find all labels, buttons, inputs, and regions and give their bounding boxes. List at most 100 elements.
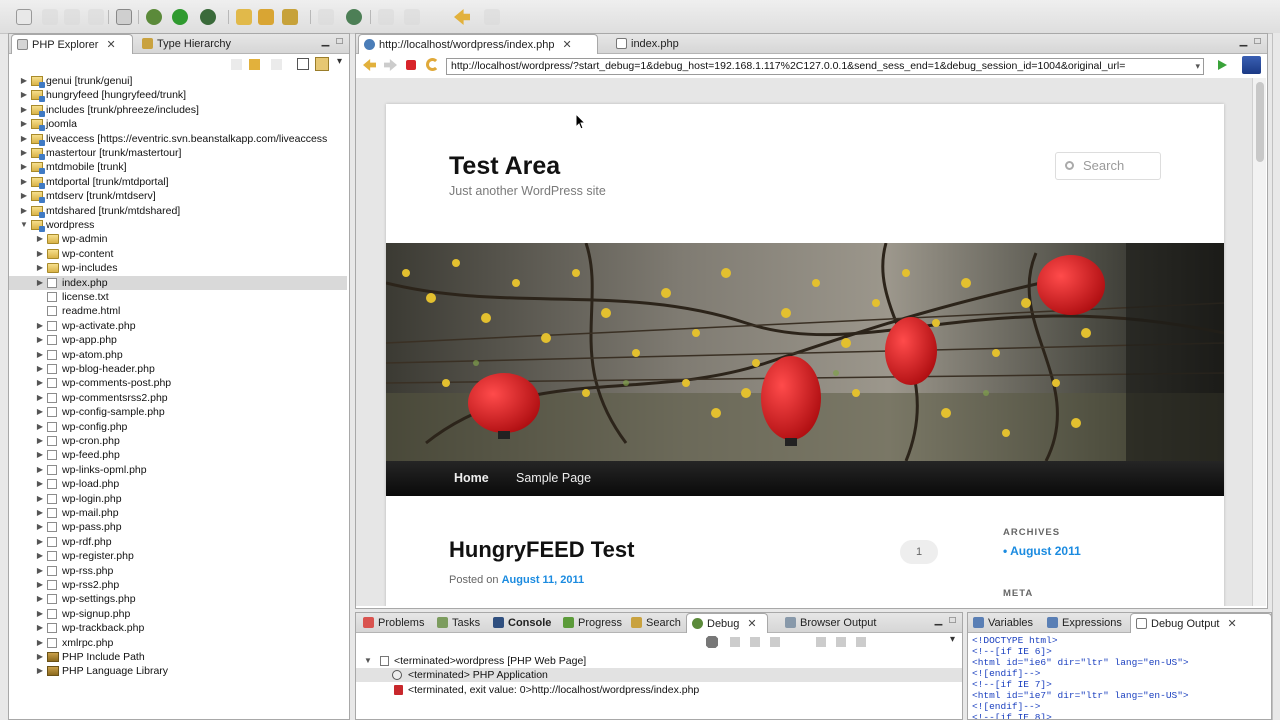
close-icon[interactable]: ✕ bbox=[563, 39, 572, 51]
tree-item[interactable]: ▶ wp-commentsrss2.php bbox=[9, 391, 347, 405]
tab-variables[interactable]: Variables bbox=[968, 613, 1033, 633]
debug-icon[interactable] bbox=[146, 9, 162, 25]
expand-icon[interactable]: ▶ bbox=[35, 420, 45, 434]
search-input[interactable]: Search bbox=[1055, 152, 1161, 180]
refresh-icon[interactable] bbox=[426, 58, 439, 71]
tree-item[interactable]: ▶ liveaccess [https://eventric.svn.beanst… bbox=[9, 132, 347, 146]
pin-icon[interactable] bbox=[318, 9, 334, 25]
tab-debug[interactable]: Debug ✕ bbox=[686, 613, 768, 633]
maximize-icon[interactable]: □ bbox=[947, 615, 958, 626]
url-dropdown-icon[interactable]: ▾ bbox=[1195, 59, 1200, 74]
tree-item[interactable]: readme.html bbox=[9, 304, 347, 318]
expand-icon[interactable]: ▶ bbox=[35, 477, 45, 491]
link-editor-icon[interactable] bbox=[315, 57, 329, 71]
tree-item[interactable]: ▶ mtdportal [trunk/mtdportal] bbox=[9, 175, 347, 189]
stop-icon[interactable] bbox=[406, 60, 416, 70]
expand-icon[interactable]: ▶ bbox=[19, 175, 29, 189]
tree-item[interactable]: ▶ wp-rdf.php bbox=[9, 535, 347, 549]
nav-sample-page[interactable]: Sample Page bbox=[516, 471, 591, 485]
collapse-icon[interactable]: ▼ bbox=[19, 218, 29, 232]
tree-item[interactable]: ▶ mastertour [trunk/mastertour] bbox=[9, 146, 347, 160]
expand-icon[interactable]: ▶ bbox=[35, 247, 45, 261]
tree-item[interactable]: ▶ wp-register.php bbox=[9, 549, 347, 563]
expand-icon[interactable]: ▶ bbox=[35, 506, 45, 520]
open-external-icon[interactable] bbox=[1242, 56, 1261, 74]
print-icon[interactable] bbox=[88, 9, 104, 25]
tab-index-php[interactable]: index.php bbox=[611, 34, 679, 54]
run-tool-icon[interactable] bbox=[258, 9, 274, 25]
step-over-icon[interactable] bbox=[836, 637, 846, 647]
expand-icon[interactable]: ▶ bbox=[35, 434, 45, 448]
url-input[interactable]: http://localhost/wordpress/?start_debug=… bbox=[446, 58, 1204, 75]
tree-item[interactable]: ▶ PHP Include Path bbox=[9, 650, 347, 664]
tree-item[interactable]: ▶ genui [trunk/genui] bbox=[9, 74, 347, 88]
tree-item[interactable]: ▶ wp-trackback.php bbox=[9, 621, 347, 635]
go-icon[interactable] bbox=[1218, 60, 1227, 70]
tree-item[interactable]: ▶ wp-includes bbox=[9, 261, 347, 275]
expand-icon[interactable]: ▶ bbox=[19, 204, 29, 218]
tree-item[interactable]: ▶ mtdmobile [trunk] bbox=[9, 160, 347, 175]
tree-item[interactable]: ▶ wp-settings.php bbox=[9, 592, 347, 606]
expand-icon[interactable]: ▶ bbox=[35, 492, 45, 506]
tree-item[interactable]: ▶ wp-blog-header.php bbox=[9, 362, 347, 376]
collapse-icon[interactable]: ▼ bbox=[364, 654, 372, 668]
up-icon[interactable] bbox=[271, 59, 282, 70]
archive-link[interactable]: • August 2011 bbox=[1003, 544, 1081, 558]
tree-item[interactable]: ▶ includes [trunk/phreeze/includes] bbox=[9, 103, 347, 117]
run-icon[interactable] bbox=[172, 9, 188, 25]
expand-icon[interactable]: ▶ bbox=[35, 564, 45, 578]
expand-icon[interactable]: ▶ bbox=[35, 405, 45, 419]
save-all-icon[interactable] bbox=[64, 9, 80, 25]
tree-item[interactable]: ▶ wp-rss2.php bbox=[9, 578, 347, 592]
tab-tasks[interactable]: Tasks bbox=[432, 613, 480, 633]
tree-item[interactable]: ▶ wp-links-opml.php bbox=[9, 463, 347, 477]
terminate-icon[interactable] bbox=[770, 637, 780, 647]
expand-icon[interactable]: ▶ bbox=[19, 74, 29, 88]
tree-item[interactable]: ▶ wp-content bbox=[9, 247, 347, 261]
tab-search[interactable]: Search bbox=[626, 613, 681, 633]
suspend-icon[interactable] bbox=[750, 637, 760, 647]
forward-icon[interactable] bbox=[249, 59, 260, 70]
expand-icon[interactable]: ▶ bbox=[19, 117, 29, 131]
view-menu-icon[interactable]: ▾ bbox=[337, 56, 342, 67]
tab-console[interactable]: Console bbox=[488, 613, 551, 633]
tab-browser-output[interactable]: Browser Output bbox=[780, 613, 876, 633]
close-icon[interactable]: ✕ bbox=[106, 39, 115, 51]
wand-icon[interactable] bbox=[282, 9, 298, 25]
close-icon[interactable]: ✕ bbox=[1228, 618, 1237, 630]
expand-icon[interactable]: ▶ bbox=[35, 232, 45, 246]
prev-edit-icon[interactable] bbox=[378, 9, 394, 25]
step-into-icon[interactable] bbox=[816, 637, 826, 647]
tree-item[interactable]: ▶ wp-config.php bbox=[9, 420, 347, 434]
expand-icon[interactable]: ▶ bbox=[35, 535, 45, 549]
site-title[interactable]: Test Area bbox=[449, 152, 560, 181]
expand-icon[interactable]: ▶ bbox=[19, 88, 29, 102]
expand-icon[interactable]: ▶ bbox=[35, 463, 45, 477]
tree-item[interactable]: ▶ wp-atom.php bbox=[9, 348, 347, 362]
post-date-link[interactable]: August 11, 2011 bbox=[502, 574, 585, 586]
expand-icon[interactable]: ▶ bbox=[35, 549, 45, 563]
tree-item[interactable]: ▶ wp-signup.php bbox=[9, 607, 347, 621]
comment-count-bubble[interactable]: 1 bbox=[900, 540, 938, 564]
expand-icon[interactable]: ▶ bbox=[19, 189, 29, 203]
tab-expressions[interactable]: Expressions bbox=[1042, 613, 1122, 633]
browser-scrollbar[interactable] bbox=[1252, 78, 1266, 606]
tab-type-hierarchy[interactable]: Type Hierarchy bbox=[137, 34, 231, 54]
globe-icon[interactable] bbox=[346, 9, 362, 25]
back-icon[interactable] bbox=[454, 9, 470, 25]
tree-item[interactable]: ▶ wp-rss.php bbox=[9, 564, 347, 578]
expand-icon[interactable]: ▶ bbox=[35, 448, 45, 462]
debug-process-row[interactable]: <terminated, exit value: 0>http://localh… bbox=[356, 683, 962, 697]
resume-icon[interactable] bbox=[730, 637, 740, 647]
expand-icon[interactable]: ▶ bbox=[35, 362, 45, 376]
maximize-icon[interactable]: □ bbox=[334, 36, 345, 47]
expand-icon[interactable]: ▶ bbox=[35, 592, 45, 606]
post-title[interactable]: HungryFEED Test bbox=[449, 537, 634, 563]
tree-item[interactable]: ▶ wp-admin bbox=[9, 232, 347, 246]
expand-icon[interactable]: ▶ bbox=[35, 319, 45, 333]
tree-item[interactable]: ▶ wp-config-sample.php bbox=[9, 405, 347, 419]
minimize-icon[interactable]: ▁ bbox=[1238, 36, 1249, 47]
tree-item[interactable]: ▶ wp-comments-post.php bbox=[9, 376, 347, 390]
tab-progress[interactable]: Progress bbox=[558, 613, 622, 633]
tree-item[interactable]: ▶ mtdshared [trunk/mtdshared] bbox=[9, 204, 347, 218]
